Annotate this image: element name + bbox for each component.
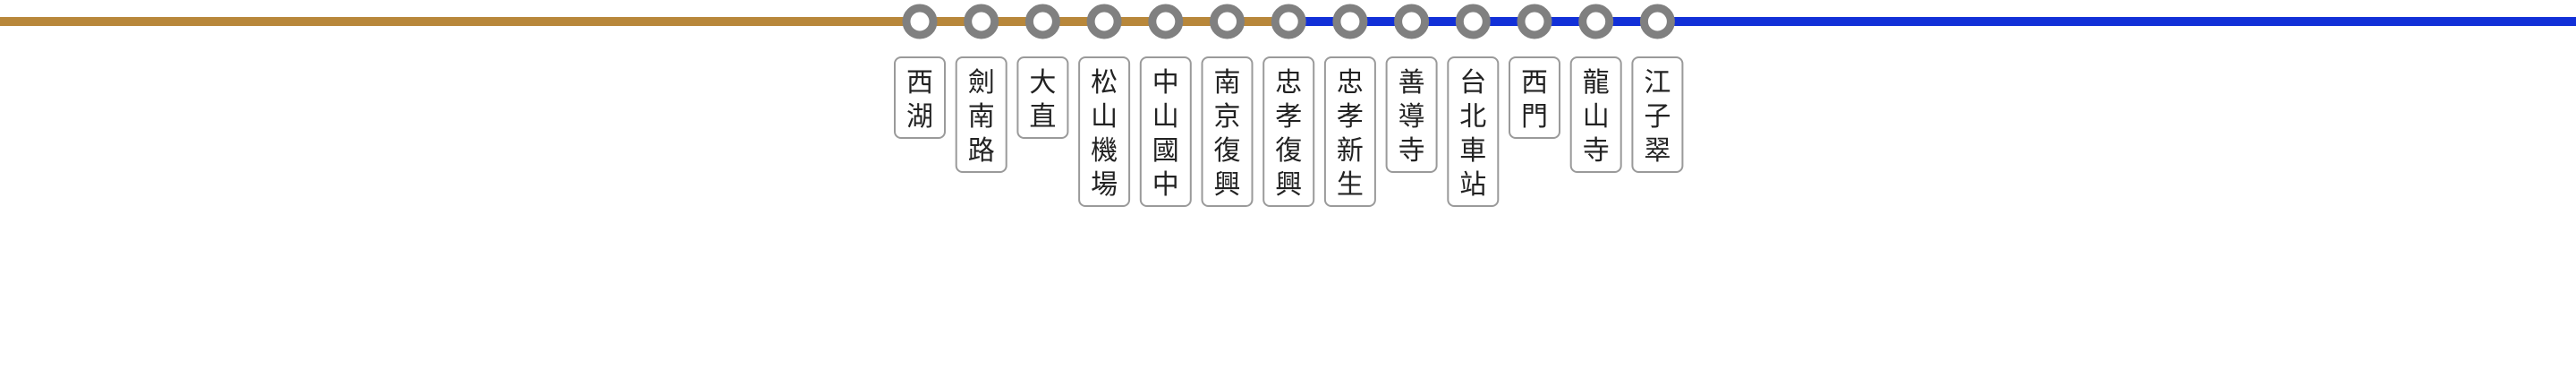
- station[interactable]: 西門: [1509, 4, 1560, 139]
- station-marker[interactable]: [1578, 4, 1614, 39]
- station-layer: 西湖劍南路大直松山機場中山國中南京復興忠孝復興忠孝新生善導寺台北車站西門龍山寺 江…: [894, 4, 1684, 207]
- station[interactable]: 南京復興: [1201, 4, 1254, 207]
- station[interactable]: 善導寺: [1385, 4, 1438, 173]
- station-marker[interactable]: [1517, 4, 1552, 39]
- station-name: 劍南路: [968, 67, 995, 167]
- station[interactable]: 劍南路: [955, 4, 1007, 173]
- station[interactable]: 大直: [1016, 4, 1069, 139]
- station[interactable]: 松山機場: [1078, 4, 1131, 207]
- station-name: 江子翠: [1644, 67, 1671, 167]
- station[interactable]: 忠孝復興: [1262, 4, 1315, 207]
- station-marker[interactable]: [1210, 4, 1245, 39]
- station-marker[interactable]: [1024, 4, 1060, 39]
- station[interactable]: 西湖: [894, 4, 946, 139]
- station-marker[interactable]: [1271, 4, 1306, 39]
- station-name: 龍山寺: [1583, 67, 1610, 167]
- station[interactable]: 台北車站: [1447, 4, 1500, 207]
- station-marker[interactable]: [1086, 4, 1122, 39]
- station[interactable]: 江子翠: [1631, 4, 1684, 173]
- station-marker[interactable]: [1455, 4, 1491, 39]
- metro-line-diagram: 西湖劍南路大直松山機場中山國中南京復興忠孝復興忠孝新生善導寺台北車站西門龍山寺 江…: [0, 4, 2576, 207]
- station[interactable]: 龍山寺: [1569, 4, 1622, 173]
- station-marker[interactable]: [1148, 4, 1184, 39]
- station-name: 善導寺: [1399, 67, 1425, 167]
- station[interactable]: 中山國中: [1139, 4, 1192, 207]
- station-marker[interactable]: [964, 4, 999, 39]
- station-marker[interactable]: [1639, 4, 1675, 39]
- station-marker[interactable]: [1394, 4, 1430, 39]
- station-marker[interactable]: [902, 4, 938, 39]
- station[interactable]: 忠孝新生: [1323, 4, 1376, 207]
- station-marker[interactable]: [1332, 4, 1368, 39]
